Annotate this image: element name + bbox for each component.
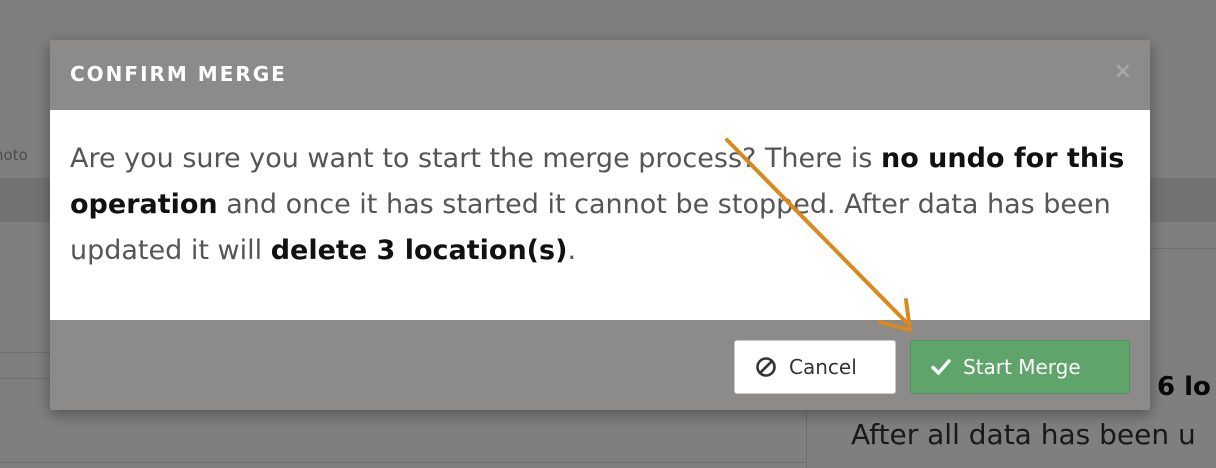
check-icon — [931, 358, 951, 376]
modal-title: CONFIRM MERGE — [70, 62, 287, 86]
cancel-button[interactable]: Cancel — [734, 340, 896, 394]
modal-message: Are you sure you want to start the merge… — [50, 110, 1150, 320]
message-text: Are you sure you want to start the merge… — [70, 143, 882, 174]
start-merge-button[interactable]: Start Merge — [910, 340, 1130, 394]
cancel-label: Cancel — [789, 355, 857, 379]
start-merge-label: Start Merge — [963, 355, 1081, 379]
message-text: and once it has started it cannot be sto… — [70, 189, 1111, 266]
modal-header: CONFIRM MERGE × — [50, 40, 1150, 110]
ban-icon — [755, 356, 777, 378]
message-emphasis: delete 3 location(s) — [270, 235, 568, 266]
confirm-merge-dialog: CONFIRM MERGE × Are you sure you want to… — [50, 40, 1150, 410]
close-icon[interactable]: × — [1114, 58, 1132, 86]
modal-footer: Cancel Start Merge — [50, 320, 1150, 410]
message-text: . — [567, 235, 577, 266]
